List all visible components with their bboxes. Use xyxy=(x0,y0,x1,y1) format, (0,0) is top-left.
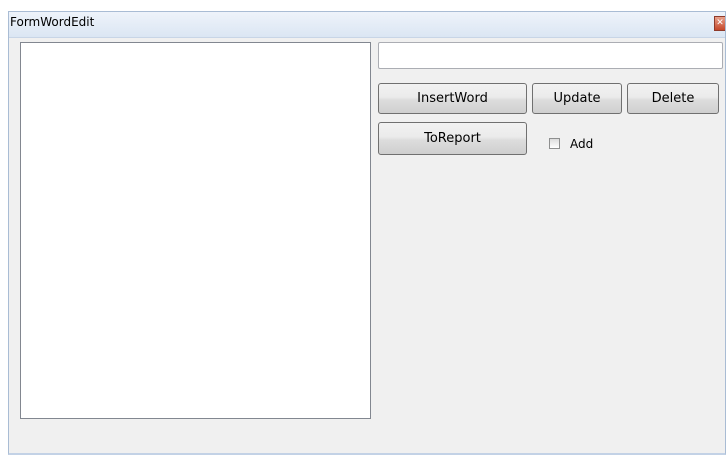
insert-word-button[interactable]: InsertWord xyxy=(378,83,527,114)
delete-button[interactable]: Delete xyxy=(627,83,719,114)
form-word-edit-window: FormWordEdit ✕ InsertWord Update Delete … xyxy=(8,11,726,455)
title-bar[interactable]: FormWordEdit ✕ xyxy=(9,12,725,38)
add-checkbox-label: Add xyxy=(570,137,594,151)
close-button[interactable]: ✕ xyxy=(714,16,725,31)
to-report-button[interactable]: ToReport xyxy=(378,122,527,155)
close-icon: ✕ xyxy=(716,18,724,28)
word-list[interactable] xyxy=(20,42,371,419)
word-input[interactable] xyxy=(378,42,723,69)
update-button[interactable]: Update xyxy=(532,83,622,114)
window-title: FormWordEdit xyxy=(10,15,95,29)
add-checkbox[interactable] xyxy=(549,138,560,149)
